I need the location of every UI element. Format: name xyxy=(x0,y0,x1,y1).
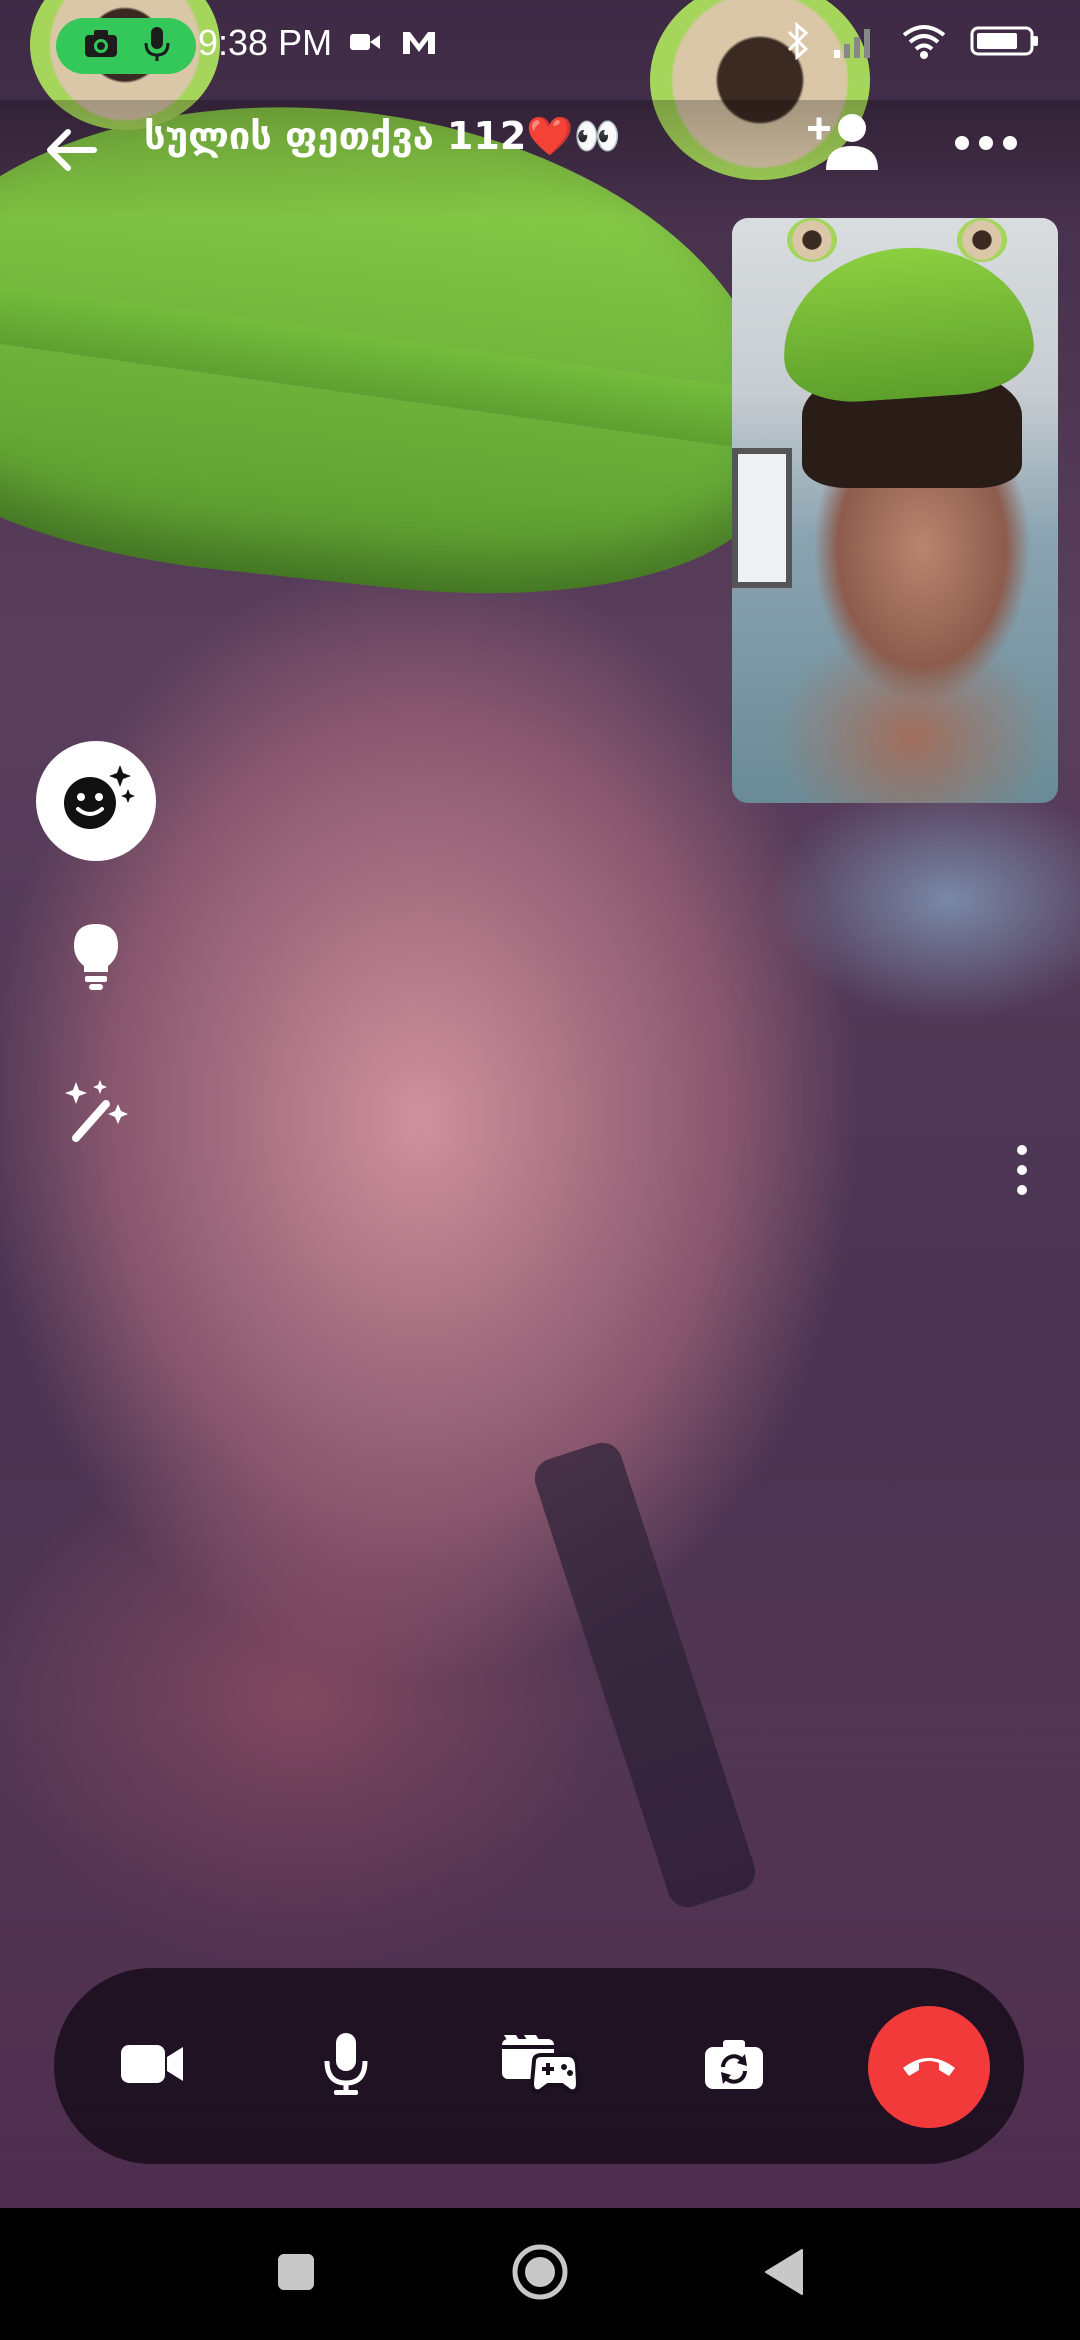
bluetooth-icon xyxy=(786,21,810,64)
status-time: 9:38 PM xyxy=(198,22,333,63)
microphone-icon xyxy=(322,2031,370,2101)
toggle-mic-button[interactable] xyxy=(296,2016,396,2116)
video-camera-icon xyxy=(119,2041,185,2091)
video-camera-icon xyxy=(350,30,380,60)
triangle-back-icon xyxy=(762,2248,806,2300)
clapper-gamepad-icon xyxy=(500,2031,581,2101)
recording-indicator xyxy=(56,18,196,74)
system-nav-bar xyxy=(0,2208,1080,2340)
games-activities-button[interactable] xyxy=(490,2016,590,2116)
back-nav-button[interactable] xyxy=(754,2244,814,2304)
more-vertical-icon xyxy=(1010,1145,1034,1204)
camera-icon xyxy=(83,29,119,63)
signal-icon xyxy=(832,24,878,62)
add-person-icon xyxy=(806,114,880,182)
square-icon xyxy=(276,2252,316,2296)
call-controls-bar xyxy=(54,1968,1024,2164)
flip-camera-button[interactable] xyxy=(684,2016,784,2116)
recents-nav-button[interactable] xyxy=(266,2244,326,2304)
low-light-button[interactable] xyxy=(66,920,126,992)
self-frog-eye-left xyxy=(787,218,837,262)
status-icons-left xyxy=(350,30,436,60)
status-icons-right xyxy=(786,21,1040,64)
more-options-button[interactable] xyxy=(950,120,1022,166)
chat-title: სულის ფეთქვა 112❤️👀 xyxy=(144,114,621,158)
camera-switch-icon xyxy=(703,2037,765,2095)
home-nav-button[interactable] xyxy=(510,2244,570,2304)
add-participant-button[interactable] xyxy=(806,108,880,178)
end-call-button[interactable] xyxy=(868,2006,990,2128)
effects-button[interactable] xyxy=(36,741,156,861)
call-header: სულის ფეთქვა 112❤️👀 xyxy=(0,100,1080,220)
circle-icon xyxy=(510,2242,570,2306)
side-more-button[interactable] xyxy=(1010,1140,1034,1200)
microphone-icon xyxy=(144,26,170,66)
app-m-icon xyxy=(402,30,436,60)
more-horizontal-icon xyxy=(950,136,1022,170)
status-bar: 9:38 PM xyxy=(0,0,1080,96)
self-frog-eye-right xyxy=(957,218,1007,262)
arrow-left-icon xyxy=(40,129,104,184)
self-frog-hat-filter xyxy=(777,239,1037,407)
wifi-icon xyxy=(900,23,948,63)
toggle-video-button[interactable] xyxy=(102,2016,202,2116)
self-video-preview[interactable] xyxy=(732,218,1058,803)
battery-icon xyxy=(970,24,1040,62)
back-button[interactable] xyxy=(40,116,104,180)
magic-wand-icon xyxy=(62,1080,134,1150)
background-frame xyxy=(732,448,792,588)
smiley-sparkle-icon xyxy=(56,759,136,843)
magic-effects-button[interactable] xyxy=(62,1074,134,1146)
phone-hangup-icon xyxy=(899,2050,959,2084)
lightbulb-icon xyxy=(66,924,126,996)
